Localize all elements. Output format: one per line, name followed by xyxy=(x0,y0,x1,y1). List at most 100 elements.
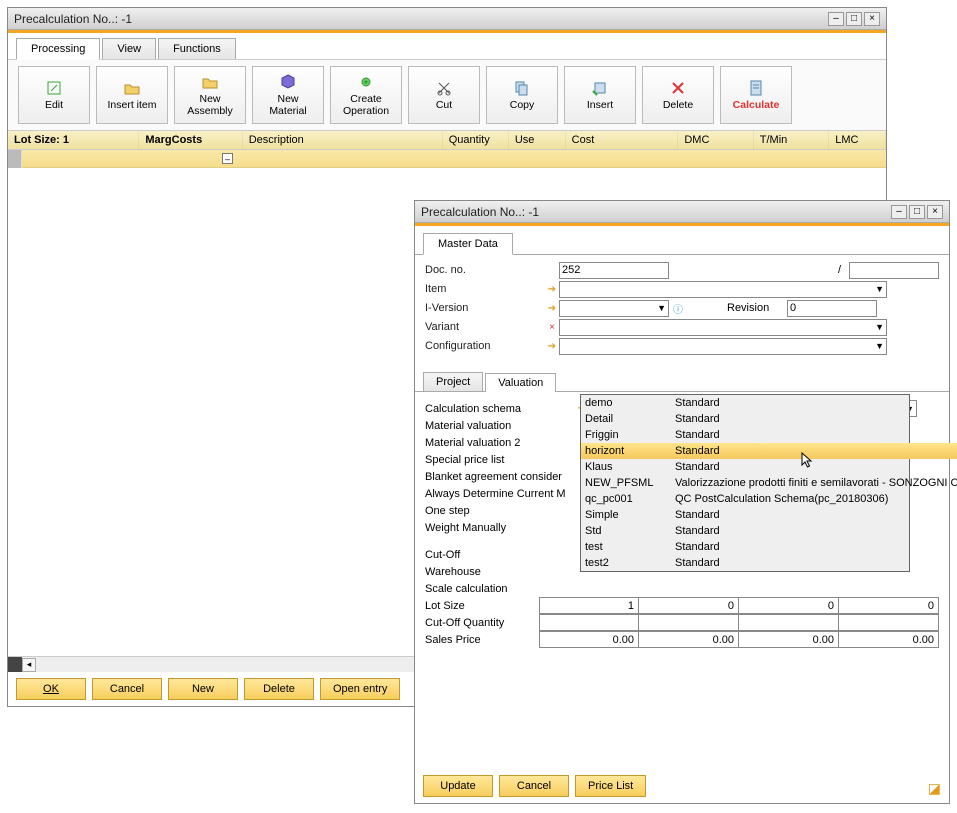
maximize-button[interactable]: □ xyxy=(909,205,925,219)
iversion-combo[interactable]: ▼ xyxy=(559,300,669,317)
open-entry-button[interactable]: Open entry xyxy=(320,678,400,700)
one-step-label: One step xyxy=(425,505,575,517)
calc-schema-dropdown[interactable]: demoStandardDetailStandardFrigginStandar… xyxy=(580,394,910,572)
item-label: Item xyxy=(425,283,545,295)
docno-suffix-input[interactable] xyxy=(849,262,939,279)
close-button[interactable]: × xyxy=(927,205,943,219)
lotsize-cell[interactable]: 1 xyxy=(539,597,639,614)
tab-valuation[interactable]: Valuation xyxy=(485,373,556,392)
calc-schema-label: Calculation schema xyxy=(425,403,575,415)
titlebar[interactable]: Precalculation No..: -1 – □ × xyxy=(415,201,949,223)
close-button[interactable]: × xyxy=(864,12,880,26)
option-desc: Standard xyxy=(675,413,957,425)
arrow-icon[interactable]: ➔ xyxy=(545,303,559,314)
col-lot-size[interactable]: Lot Size: 1 xyxy=(8,131,139,149)
price-list-button[interactable]: Price List xyxy=(575,775,646,797)
clear-icon[interactable]: × xyxy=(545,322,559,333)
docno-input[interactable] xyxy=(559,262,669,279)
insert-toolbar-button[interactable]: Insert xyxy=(564,66,636,124)
dropdown-option[interactable]: testStandard xyxy=(581,539,957,555)
col-tmin[interactable]: T/Min xyxy=(754,131,829,149)
option-code: Std xyxy=(585,525,675,537)
arrow-icon[interactable]: ➔ xyxy=(545,284,559,295)
lotsize-cell[interactable]: 0 xyxy=(839,597,939,614)
dropdown-option[interactable]: DetailStandard xyxy=(581,411,957,427)
dropdown-option[interactable]: NEW_PFSMLValorizzazione prodotti finiti … xyxy=(581,475,957,491)
toolbar-label: Copy xyxy=(510,100,535,112)
salesprice-cell[interactable]: 0.00 xyxy=(639,631,739,648)
new-button[interactable]: New xyxy=(168,678,238,700)
item-combo[interactable]: ▼ xyxy=(559,281,887,298)
dropdown-option[interactable]: SimpleStandard xyxy=(581,507,957,523)
variant-combo[interactable]: ▼ xyxy=(559,319,887,336)
edit-toolbar-button[interactable]: Edit xyxy=(18,66,90,124)
col-cost[interactable]: Cost xyxy=(566,131,679,149)
scroll-left-arrow[interactable]: ◂ xyxy=(22,658,36,672)
tab-project[interactable]: Project xyxy=(423,372,483,391)
dropdown-option[interactable]: demoStandard xyxy=(581,395,957,411)
cutoffqty-cell[interactable] xyxy=(739,614,839,631)
lotsize-cell[interactable]: 0 xyxy=(639,597,739,614)
salesprice-cell[interactable]: 0.00 xyxy=(739,631,839,648)
cube-toolbar-button[interactable]: NewMaterial xyxy=(252,66,324,124)
delete-button[interactable]: Delete xyxy=(244,678,314,700)
salesprice-cell[interactable]: 0.00 xyxy=(539,631,639,648)
sub-tabs: Project Valuation xyxy=(415,366,949,391)
toolbar-label: Insert item xyxy=(107,100,156,112)
col-lmc[interactable]: LMC xyxy=(829,131,886,149)
col-dmc[interactable]: DMC xyxy=(678,131,753,149)
grid-first-row[interactable]: – xyxy=(8,150,886,168)
calc-toolbar-button[interactable]: Calculate xyxy=(720,66,792,124)
window-title: Precalculation No..: -1 xyxy=(14,12,828,26)
toolbar-label: Calculate xyxy=(733,100,780,112)
col-quantity[interactable]: Quantity xyxy=(443,131,509,149)
ok-button[interactable]: OK xyxy=(16,678,86,700)
salesprice-cell[interactable]: 0.00 xyxy=(839,631,939,648)
cutoffqty-cell[interactable] xyxy=(639,614,739,631)
option-desc: Standard xyxy=(675,461,957,473)
col-use[interactable]: Use xyxy=(509,131,566,149)
folder1-toolbar-button[interactable]: Insert item xyxy=(96,66,168,124)
dropdown-option[interactable]: horizontStandard xyxy=(581,443,957,459)
tab-processing[interactable]: Processing xyxy=(16,38,100,60)
maximize-button[interactable]: □ xyxy=(846,12,862,26)
copy-icon xyxy=(512,78,532,98)
folder2-toolbar-button[interactable]: NewAssembly xyxy=(174,66,246,124)
cancel-button[interactable]: Cancel xyxy=(499,775,569,797)
dropdown-option[interactable]: test2Standard xyxy=(581,555,957,571)
tab-view[interactable]: View xyxy=(102,38,156,59)
minimize-button[interactable]: – xyxy=(891,205,907,219)
tab-functions[interactable]: Functions xyxy=(158,38,236,59)
toolbar-label: Insert xyxy=(587,100,613,112)
option-code: test2 xyxy=(585,557,675,569)
dropdown-option[interactable]: FrigginStandard xyxy=(581,427,957,443)
cut-toolbar-button[interactable]: Cut xyxy=(408,66,480,124)
tree-collapse-icon[interactable]: – xyxy=(222,153,233,164)
arrow-icon[interactable]: ➔ xyxy=(545,341,559,352)
toolbar-label: Cut xyxy=(436,100,452,112)
col-margcosts[interactable]: MargCosts xyxy=(139,131,242,149)
gear-toolbar-button[interactable]: CreateOperation xyxy=(330,66,402,124)
dropdown-option[interactable]: KlausStandard xyxy=(581,459,957,475)
cancel-button[interactable]: Cancel xyxy=(92,678,162,700)
row-selector[interactable] xyxy=(8,150,22,168)
lotsize-cell[interactable]: 0 xyxy=(739,597,839,614)
copy-toolbar-button[interactable]: Copy xyxy=(486,66,558,124)
resize-grip-icon[interactable]: ◪ xyxy=(928,780,941,797)
delx-toolbar-button[interactable]: Delete xyxy=(642,66,714,124)
update-button[interactable]: Update xyxy=(423,775,493,797)
revision-label: Revision xyxy=(727,302,787,314)
cutoffqty-cell[interactable] xyxy=(839,614,939,631)
tab-master-data[interactable]: Master Data xyxy=(423,233,513,255)
info-icon[interactable]: ⓘ xyxy=(669,301,687,316)
dropdown-option[interactable]: qc_pc001QC PostCalculation Schema(pc_201… xyxy=(581,491,957,507)
titlebar[interactable]: Precalculation No..: -1 – □ × xyxy=(8,8,886,30)
revision-input[interactable] xyxy=(787,300,877,317)
dropdown-option[interactable]: StdStandard xyxy=(581,523,957,539)
dialog-footer: Update Cancel Price List ◪ xyxy=(415,769,949,803)
option-code: Klaus xyxy=(585,461,675,473)
config-combo[interactable]: ▼ xyxy=(559,338,887,355)
minimize-button[interactable]: – xyxy=(828,12,844,26)
col-description[interactable]: Description xyxy=(243,131,443,149)
cutoffqty-cell[interactable] xyxy=(539,614,639,631)
